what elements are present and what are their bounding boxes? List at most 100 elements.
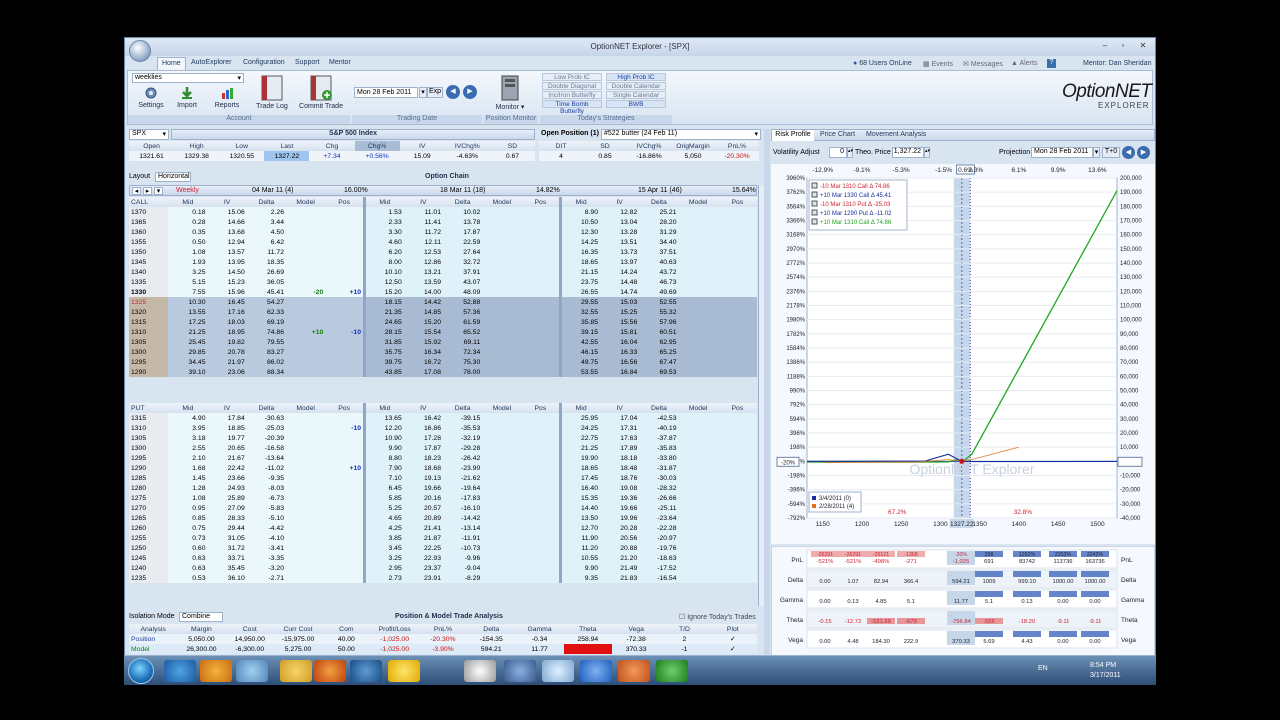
tab-autoexplorer[interactable]: AutoExplorer [187,57,235,70]
legend-checkbox-icon[interactable] [811,200,818,207]
chain-cell[interactable]: 4.65 [362,513,404,523]
chain-cell[interactable]: 46.15 [559,347,600,357]
chain-cell[interactable] [521,317,561,327]
column-header[interactable]: Delta [443,403,483,413]
chain-cell[interactable]: +10 [286,327,326,337]
chain-cell[interactable]: 0.63 [168,563,208,573]
chain-cell[interactable]: 17.87 [443,227,483,237]
chain-cell[interactable] [717,543,757,553]
chain-cell[interactable]: 22.75 [559,433,600,443]
tab-movement-analysis[interactable]: Movement Analysis [866,131,926,138]
chain-cell[interactable] [286,207,326,217]
chain-row[interactable]: 1265 0.85 28.33 -5.10 4.65 20.89 -14.42 13.50 19… [129,513,757,523]
chain-row[interactable]: 1275 1.08 25.89 -6.73 5.85 20.16 -17.83 15.35 19… [129,493,757,503]
column-header[interactable]: Model [482,197,522,207]
chain-cell[interactable]: 25.95 [559,413,600,423]
chain-cell[interactable]: 88.34 [246,367,286,377]
chain-cell[interactable] [678,327,718,337]
chain-row[interactable]: 1240 0.63 35.45 -3.20 2.95 23.37 -9.04 9.90 21.4… [129,563,757,573]
strategy-double-calendar[interactable]: Double Calendar [606,82,666,90]
chain-cell[interactable]: 13.73 [600,247,640,257]
chain-cell[interactable] [325,247,365,257]
alerts-button[interactable]: ▲ Alerts [1011,60,1037,67]
chain-cell[interactable]: -8.03 [246,483,286,493]
legend-checkbox-icon[interactable] [811,191,818,198]
chain-cell[interactable] [325,523,365,533]
chain-cell[interactable] [717,483,757,493]
chain-row[interactable]: 1305 3.18 19.77 -20.39 10.90 17.28 -32.19 22.75… [129,433,757,443]
chain-cell[interactable] [286,227,326,237]
chain-row[interactable]: 1290 1.68 22.42 -11.02 +10 7.90 18.68 -23.90 18.… [129,463,757,473]
chain-cell[interactable] [717,277,757,287]
chain-cell[interactable]: 1.08 [168,247,208,257]
chain-cell[interactable]: -20.97 [639,533,679,543]
chain-cell[interactable]: 3.18 [168,433,208,443]
chain-cell[interactable]: 18.48 [600,463,640,473]
chain-cell[interactable]: 6.45 [362,483,404,493]
chain-cell[interactable] [286,337,326,347]
chain-cell[interactable] [286,503,326,513]
chain-cell[interactable] [286,543,326,553]
chain-cell[interactable]: 2.73 [362,573,404,583]
chain-cell[interactable]: 13.51 [600,237,640,247]
chain-cell[interactable] [717,307,757,317]
column-header[interactable]: Mid [559,197,600,207]
chain-cell[interactable] [717,513,757,523]
chain-cell[interactable]: 15.06 [207,207,247,217]
commit-trade-button[interactable]: Commit Trade [298,75,344,110]
chain-cell[interactable] [325,227,365,237]
chain-cell[interactable]: 11.01 [403,207,443,217]
window-switcher-icon[interactable] [236,660,268,682]
chain-cell[interactable]: 15.35 [559,493,600,503]
chain-cell[interactable] [482,543,522,553]
chain-cell[interactable]: -16.54 [639,573,679,583]
chain-cell[interactable] [678,247,718,257]
chain-cell[interactable] [717,297,757,307]
chain-cell[interactable] [717,287,757,297]
chain-cell[interactable] [325,563,365,573]
column-header[interactable]: Pos [717,403,757,413]
chain-cell[interactable]: 5.15 [168,277,208,287]
chain-cell[interactable] [717,237,757,247]
chain-cell[interactable] [482,317,522,327]
chain-cell[interactable]: 17.04 [600,413,640,423]
chain-cell[interactable]: -5.83 [246,503,286,513]
chain-cell[interactable] [717,423,757,433]
chain-row[interactable]: 1330 7.55 15.96 45.41 -20 +10 15.20 14.00 48.09 2… [129,287,757,297]
import-button[interactable]: Import [172,86,202,109]
chain-cell[interactable] [521,237,561,247]
chain-cell[interactable]: 67.47 [639,357,679,367]
chain-cell[interactable]: 2.26 [246,207,286,217]
chain-cell[interactable] [717,473,757,483]
column-header[interactable]: Pos [521,197,561,207]
chain-cell[interactable]: 18.68 [403,463,443,473]
chain-cell[interactable] [325,257,365,267]
column-header[interactable]: CALL [129,197,169,207]
chain-cell[interactable]: 36.05 [246,277,286,287]
column-header[interactable]: IV [207,197,247,207]
exp3-date[interactable]: 15 Apr 11 (46) [638,187,682,194]
chain-cell[interactable] [521,277,561,287]
chain-cell[interactable]: 21.20 [600,553,640,563]
chain-cell[interactable]: 13.55 [168,307,208,317]
chain-cell[interactable] [717,443,757,453]
chain-cell[interactable] [521,573,561,583]
chain-cell[interactable]: 25.45 [168,337,208,347]
chain-cell[interactable]: 69.19 [246,317,286,327]
chain-cell[interactable] [678,257,718,267]
chain-cell[interactable]: 31.05 [207,533,247,543]
chain-cell[interactable] [678,367,718,377]
chain-cell[interactable]: 14.40 [559,503,600,513]
chain-cell[interactable] [482,473,522,483]
chain-cell[interactable]: 21.35 [362,307,404,317]
chain-cell[interactable]: 37.51 [639,247,679,257]
chain-cell[interactable]: 4.25 [362,523,404,533]
chain-cell[interactable] [286,217,326,227]
chain-cell[interactable]: 0.28 [168,217,208,227]
chain-cell[interactable]: -26.66 [639,493,679,503]
chain-cell[interactable]: 18.65 [559,463,600,473]
column-header[interactable]: Model [678,197,718,207]
chain-cell[interactable]: -40.19 [639,423,679,433]
chain-cell[interactable]: -11.91 [443,533,483,543]
chain-cell[interactable] [325,513,365,523]
